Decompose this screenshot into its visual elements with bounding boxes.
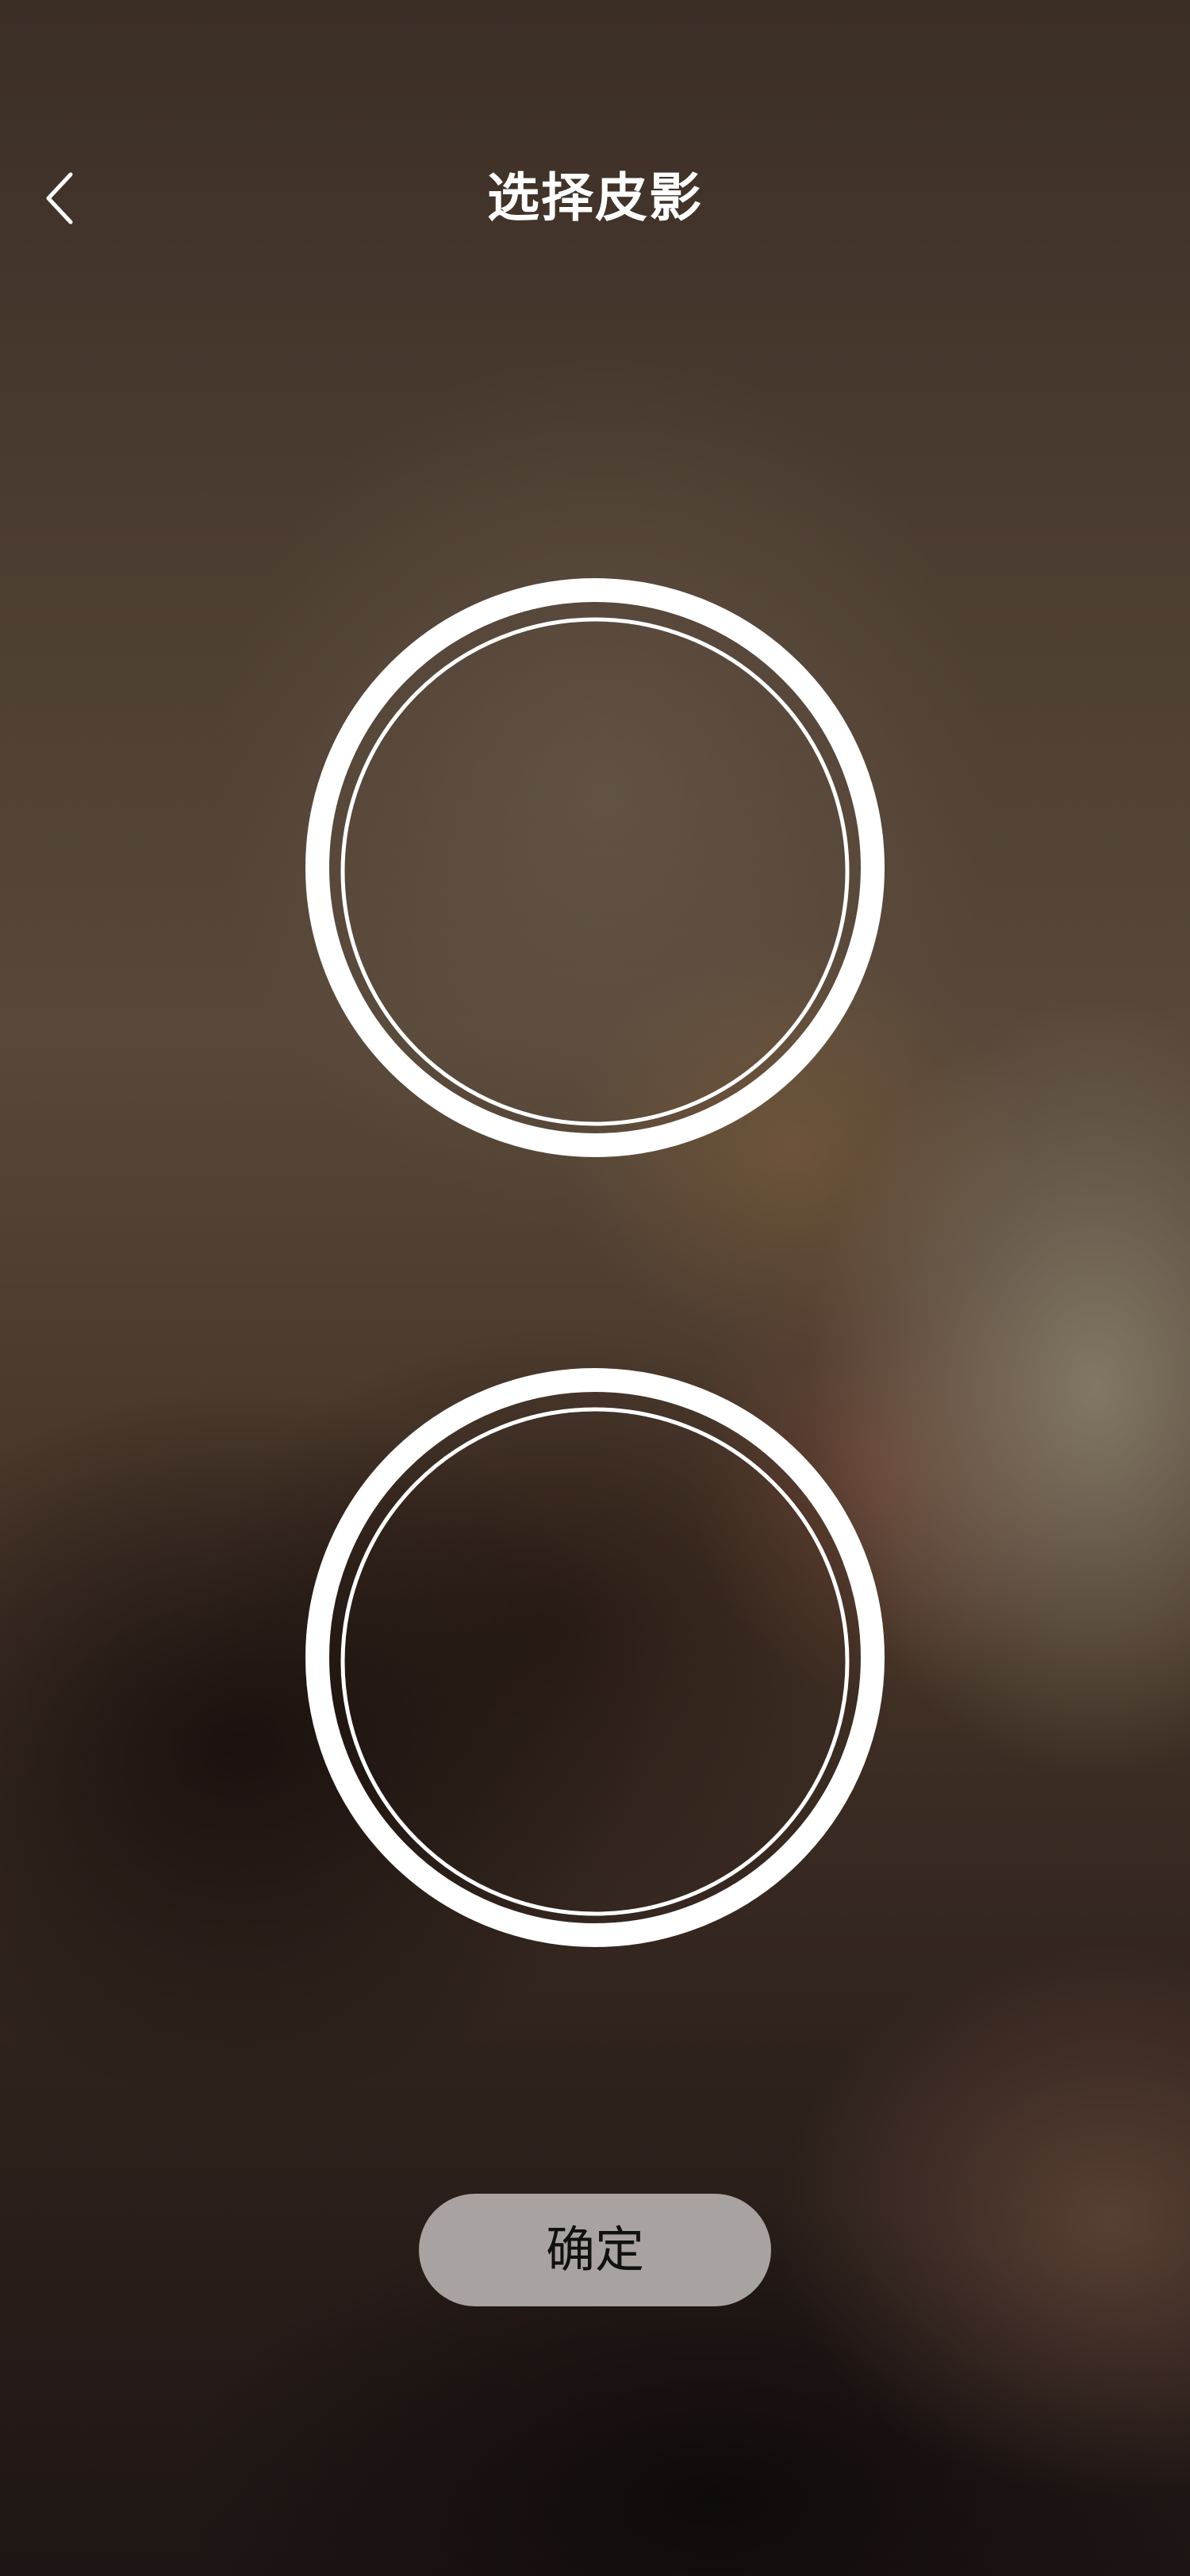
- page-title: 选择皮影: [487, 167, 703, 228]
- shadow-puppet-slot-1[interactable]: [300, 573, 890, 1163]
- shadow-puppet-slot-2[interactable]: [300, 1363, 890, 1953]
- confirm-button[interactable]: 确定: [419, 2194, 771, 2306]
- empty-selection-circle-icon: [305, 1368, 885, 1947]
- blurred-background: [0, 0, 1190, 2576]
- top-bar: 选择皮影: [0, 135, 1190, 262]
- empty-selection-circle-icon: [305, 578, 885, 1157]
